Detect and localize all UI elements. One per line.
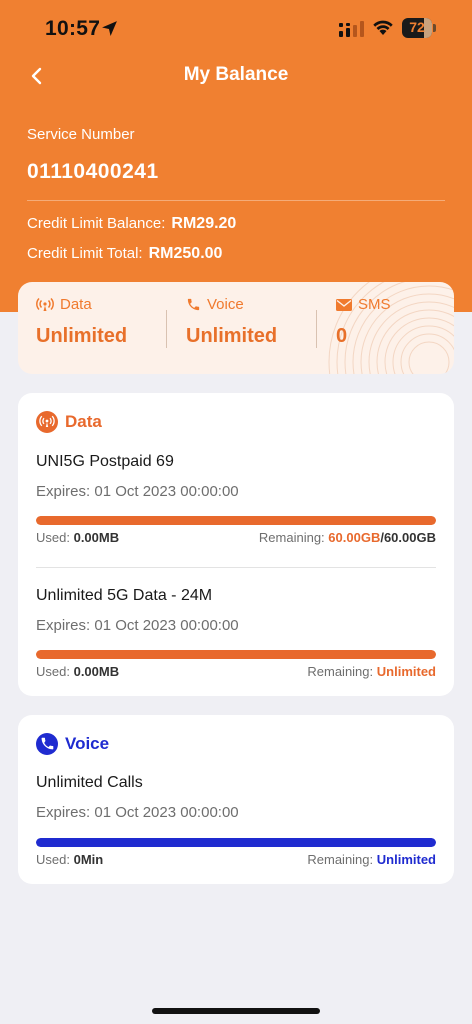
data-usage-bar-fill [36,516,436,525]
summary-sms: SMS 0 [336,296,391,348]
signal-broadcast-icon [36,411,58,433]
data-usage-bar [36,650,436,659]
summary-voice-label: Voice [207,296,244,313]
summary-data: Data Unlimited [36,296,127,348]
summary-data-value: Unlimited [36,325,128,347]
phone-icon [36,733,58,755]
used-label: Used: [36,852,70,867]
voice-usage-bar [36,838,436,847]
data-card: Data UNI5G Postpaid 69 Expires: 01 Oct 2… [18,393,454,696]
data-usage-bar [36,516,436,525]
battery-percent: 72 [409,19,425,35]
phone-icon [187,298,200,311]
remaining-total: /60.00GB [380,530,436,545]
mail-icon [336,298,352,311]
plan-expiry: Expires: 01 Oct 2023 00:00:00 [36,617,239,634]
balance-summary-card: Data Unlimited Voice Unlimited SMS 0 [18,282,454,374]
service-number-value: 01110400241 [27,160,159,183]
data-usage-bar-fill [36,650,436,659]
location-arrow-icon [102,21,117,36]
remaining-value: 60.00GB [328,530,381,545]
plan-divider [36,567,436,568]
data-card-header: Data [36,411,102,433]
summary-separator [316,310,317,348]
remaining-label: Remaining: [307,852,374,867]
voice-card-header: Voice [36,733,109,755]
status-time: 10:57 [45,17,101,40]
credit-total-label: Credit Limit Total: [27,245,143,262]
battery-indicator: 72 [402,18,436,38]
credit-balance-row: Credit Limit Balance: RM29.20 [27,215,236,233]
plan-expiry: Expires: 01 Oct 2023 00:00:00 [36,804,239,821]
voice-card-title: Voice [65,734,110,753]
remaining-label: Remaining: [258,530,325,545]
signal-broadcast-icon [36,297,54,311]
cellular-signal-icon [339,21,364,37]
home-indicator[interactable] [152,1008,320,1014]
summary-separator [166,310,167,348]
summary-sms-label: SMS [358,296,391,313]
plan-name: Unlimited Calls [36,774,143,791]
credit-total-value: RM250.00 [148,245,223,262]
page-title: My Balance [183,64,289,85]
plan-expiry: Expires: 01 Oct 2023 00:00:00 [36,483,239,500]
plan-name: Unlimited 5G Data - 24M [36,587,213,604]
credit-total-row: Credit Limit Total: RM250.00 [27,245,222,263]
used-label: Used: [36,664,70,679]
status-bar: 10:57 72 [0,0,472,56]
used-label: Used: [36,530,70,545]
credit-balance-label: Credit Limit Balance: [27,215,166,232]
summary-voice-value: Unlimited [186,325,278,347]
voice-usage-bar-fill [36,838,436,847]
plan-name: UNI5G Postpaid 69 [36,453,174,470]
voice-card: Voice Unlimited Calls Expires: 01 Oct 20… [18,715,454,884]
summary-data-label: Data [60,296,92,313]
remaining-value: Unlimited [376,664,436,679]
data-card-title: Data [65,412,102,431]
summary-voice: Voice Unlimited [186,296,277,348]
header-divider [27,200,445,201]
credit-balance-value: RM29.20 [171,215,237,232]
summary-sms-value: 0 [336,325,348,347]
used-value: 0Min [73,852,104,867]
remaining-label: Remaining: [307,664,374,679]
used-value: 0.00MB [73,530,120,545]
wifi-icon [373,20,393,35]
service-number-label: Service Number [27,126,135,143]
remaining-value: Unlimited [376,852,436,867]
used-value: 0.00MB [73,664,120,679]
